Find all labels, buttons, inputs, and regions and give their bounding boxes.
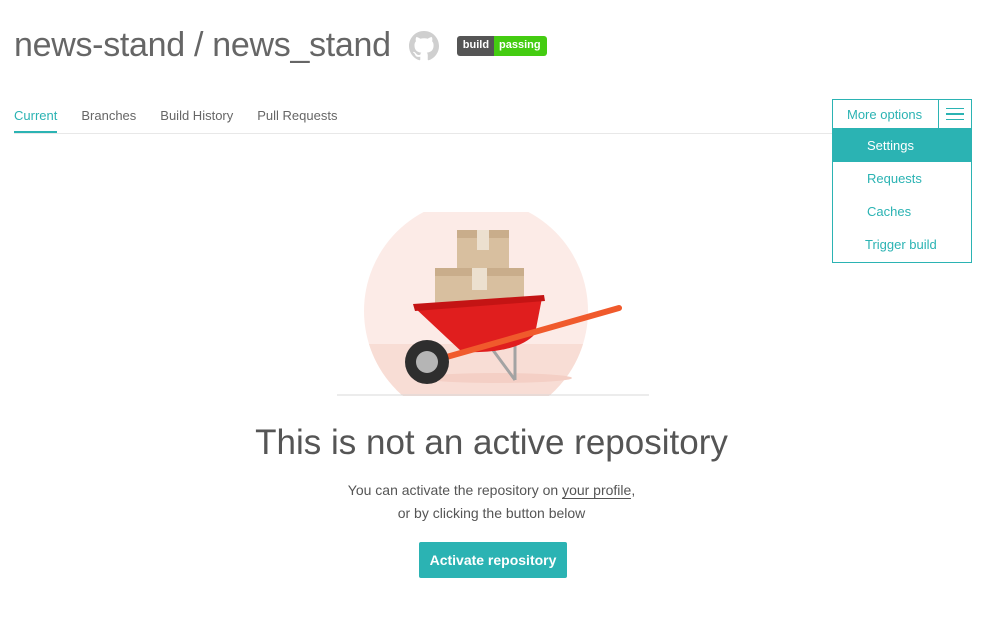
menu-item-trigger-build[interactable]: Trigger build	[833, 228, 971, 261]
menu-item-settings[interactable]: Settings	[833, 129, 971, 162]
empty-state-title: This is not an active repository	[255, 423, 728, 462]
more-options-dropdown: Settings Requests Caches Trigger build	[832, 128, 972, 263]
repo-tabs: Current Branches Build History Pull Requ…	[14, 108, 361, 133]
line1-suffix: ,	[631, 482, 636, 498]
menu-item-caches[interactable]: Caches	[833, 195, 971, 228]
tab-pull-requests[interactable]: Pull Requests	[257, 108, 337, 133]
badge-label: build	[456, 35, 495, 56]
your-profile-link[interactable]: your profile	[562, 482, 632, 499]
more-options-label[interactable]: More options	[833, 100, 938, 128]
hamburger-icon[interactable]	[938, 100, 971, 128]
menu-item-requests[interactable]: Requests	[833, 162, 971, 195]
empty-state-text-line2: or by clicking the button below	[397, 505, 586, 521]
repo-header: news-stand / news_stand build passing	[14, 26, 547, 65]
repo-title: news-stand / news_stand	[14, 26, 391, 64]
tab-current[interactable]: Current	[14, 108, 58, 133]
tabs-divider	[14, 133, 832, 134]
tab-branches[interactable]: Branches	[81, 108, 136, 133]
empty-state-text-line1: You can activate the repository on your …	[0, 482, 983, 499]
github-icon[interactable]	[408, 30, 439, 61]
badge-status: passing	[494, 35, 547, 56]
more-options-button[interactable]: More options	[832, 99, 972, 129]
build-status-badge[interactable]: build passing	[456, 35, 547, 56]
tab-build-history[interactable]: Build History	[160, 108, 233, 133]
activate-repository-button[interactable]: Activate repository	[419, 542, 567, 578]
wheelbarrow-boxes-illustration	[337, 212, 649, 404]
line1-prefix: You can activate the repository on	[347, 482, 563, 498]
